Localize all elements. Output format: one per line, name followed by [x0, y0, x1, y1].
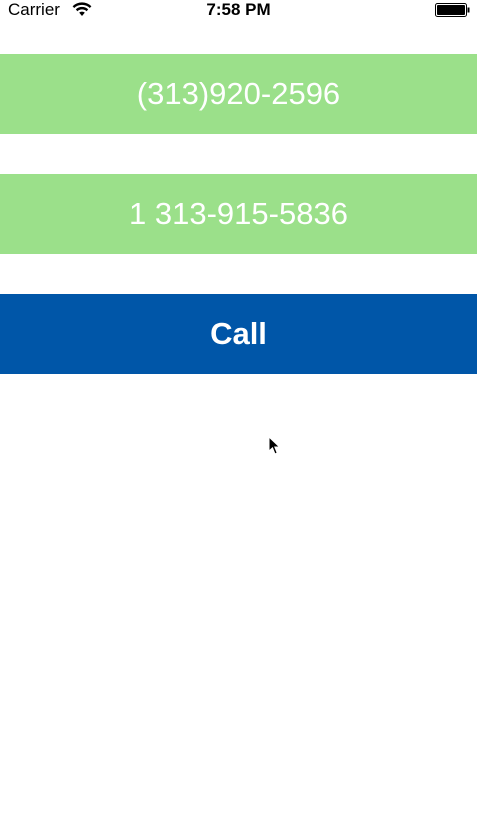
status-bar: Carrier 7:58 PM	[0, 0, 477, 20]
mouse-cursor-icon	[268, 435, 282, 456]
battery-full-icon	[435, 3, 471, 17]
app-screen: Carrier 7:58 PM (313)920-2596 1 313-915-…	[0, 0, 477, 821]
phone-number-button-1[interactable]: (313)920-2596	[0, 54, 477, 134]
status-time: 7:58 PM	[206, 0, 271, 19]
phone-number-button-2[interactable]: 1 313-915-5836	[0, 174, 477, 254]
call-button[interactable]: Call	[0, 294, 477, 374]
